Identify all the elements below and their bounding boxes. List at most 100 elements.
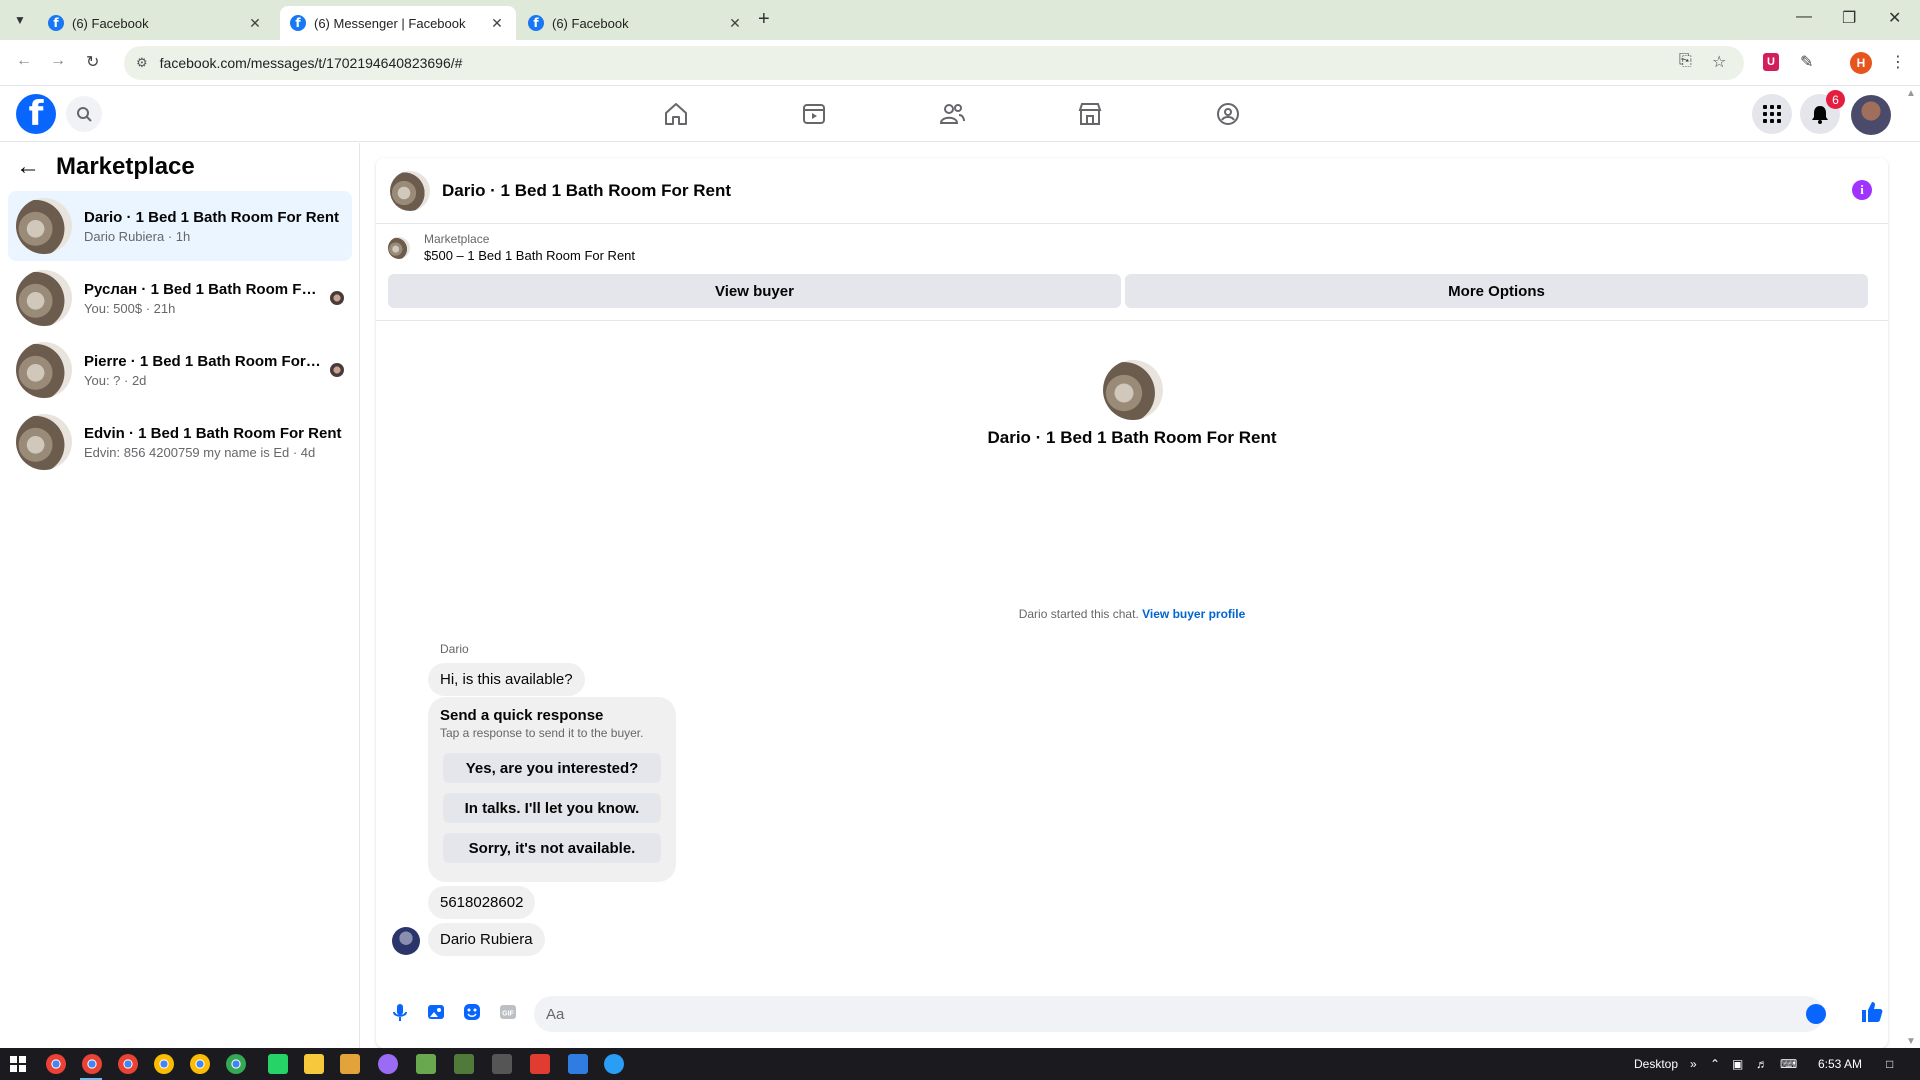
facebook-favicon-icon: f [528, 15, 544, 31]
windows-taskbar: Desktop » ⌃ ▣ ♬ ⌨ 6:53 AM □ [0, 1048, 1920, 1080]
tab-close-icon[interactable]: ✕ [488, 15, 506, 32]
chat-started-text: Dario started this chat. [1018, 607, 1143, 621]
listing-source: Marketplace [424, 232, 490, 246]
close-window-button[interactable]: ✕ [1888, 8, 1901, 28]
sticker-icon[interactable] [462, 1002, 482, 1022]
chrome-taskbar-icon[interactable] [190, 1054, 210, 1074]
site-info-icon[interactable]: ⚙ [136, 55, 148, 71]
friends-icon[interactable] [938, 100, 966, 128]
conversation-intro-avatar [1103, 360, 1163, 420]
gaming-icon[interactable] [1214, 100, 1242, 128]
view-buyer-button[interactable]: View buyer [388, 274, 1121, 308]
conversation-info-icon[interactable]: i [1852, 180, 1872, 200]
app-taskbar-icon[interactable] [454, 1054, 474, 1074]
app-taskbar-icon[interactable] [568, 1054, 588, 1074]
listing-thumbnail [16, 198, 72, 254]
back-icon[interactable]: ← [16, 52, 32, 70]
conversation-item[interactable]: Pierre · 1 Bed 1 Bath Room For R... You:… [8, 335, 352, 405]
more-options-button[interactable]: More Options [1125, 274, 1868, 308]
conversation-item[interactable]: Edvin · 1 Bed 1 Bath Room For Rent Edvin… [8, 407, 352, 477]
account-avatar[interactable] [1851, 95, 1891, 135]
tab-search-button[interactable]: ▼ [8, 8, 32, 32]
gif-icon[interactable]: GIF [498, 1002, 518, 1022]
address-bar[interactable]: ⚙ facebook.com/messages/t/17021946408236… [124, 46, 1744, 80]
chrome-taskbar-icon[interactable] [82, 1054, 102, 1074]
clock-text[interactable]: 6:53 AM [1818, 1057, 1862, 1071]
sender-avatar[interactable] [392, 927, 420, 955]
new-tab-button[interactable]: + [758, 8, 770, 31]
facebook-logo-icon[interactable]: f [16, 94, 56, 134]
message-input[interactable] [534, 996, 1824, 1032]
read-receipt-avatar [330, 363, 344, 377]
tab-title: (6) Facebook [72, 15, 149, 31]
quick-response-button[interactable]: In talks. I'll let you know. [443, 793, 661, 823]
conversation-subtitle: You: ? · 2d [84, 372, 147, 388]
browser-tab-2[interactable]: f (6) Messenger | Facebook ✕ [280, 6, 516, 40]
minimize-button[interactable]: — [1796, 8, 1812, 26]
conversation-item[interactable]: Руслан · 1 Bed 1 Bath Room For ... You: … [8, 263, 352, 333]
browser-tab-bar: ▼ f (6) Facebook ✕ f (6) Messenger | Fac… [0, 0, 1920, 40]
quick-response-button[interactable]: Sorry, it's not available. [443, 833, 661, 863]
desktop-toolbar-label[interactable]: Desktop [1634, 1057, 1678, 1071]
message-composer: GIF [376, 986, 1888, 1036]
reload-icon[interactable]: ↻ [86, 52, 99, 72]
back-arrow-icon[interactable]: ← [16, 153, 40, 181]
page-scroll-up-arrow[interactable]: ▲ [1906, 88, 1916, 99]
quick-response-button[interactable]: Yes, are you interested? [443, 753, 661, 783]
menu-button[interactable] [1752, 94, 1792, 134]
wps-taskbar-icon[interactable] [530, 1054, 550, 1074]
tab-close-icon[interactable]: ✕ [726, 15, 744, 32]
extensions-icon[interactable]: ✎ [1800, 52, 1813, 72]
app-taskbar-icon[interactable] [492, 1054, 512, 1074]
app-taskbar-icon[interactable] [340, 1054, 360, 1074]
tray-chevron-icon[interactable]: ⌃ [1710, 1057, 1720, 1071]
chrome-taskbar-icon[interactable] [154, 1054, 174, 1074]
windows-start-icon[interactable] [10, 1056, 26, 1072]
listing-thumbnail [16, 270, 72, 326]
message-sender-name: Dario [440, 642, 469, 656]
app-taskbar-icon[interactable] [378, 1054, 398, 1074]
conversation-title: Dario · 1 Bed 1 Bath Room For Rent [84, 208, 340, 226]
microphone-icon[interactable] [390, 1002, 410, 1022]
keyboard-icon[interactable]: ⌨ [1780, 1057, 1797, 1071]
conversation-item[interactable]: Dario · 1 Bed 1 Bath Room For Rent Dario… [8, 191, 352, 261]
chat-header-avatar[interactable] [390, 170, 430, 211]
app-taskbar-icon[interactable] [604, 1054, 624, 1074]
photo-icon[interactable] [426, 1002, 446, 1022]
chrome-taskbar-icon[interactable] [118, 1054, 138, 1074]
forward-icon[interactable]: → [50, 52, 66, 70]
page-scroll-down-arrow[interactable]: ▼ [1906, 1036, 1916, 1047]
volume-icon[interactable]: ♬ [1756, 1057, 1768, 1071]
facebook-top-nav: f [0, 86, 1920, 142]
listing-thumbnail [16, 414, 72, 470]
restore-button[interactable]: ❐ [1842, 8, 1856, 28]
whatsapp-taskbar-icon[interactable] [268, 1054, 288, 1074]
svg-text:GIF: GIF [502, 1011, 514, 1018]
video-icon[interactable] [800, 100, 828, 128]
chat-header-title[interactable]: Dario · 1 Bed 1 Bath Room For Rent [442, 181, 731, 201]
marketplace-icon[interactable] [1076, 100, 1104, 128]
chrome-taskbar-icon[interactable] [46, 1054, 66, 1074]
show-more-icon[interactable]: » [1690, 1057, 1697, 1071]
chrome-taskbar-icon[interactable] [226, 1054, 246, 1074]
sidebar-title: Marketplace [56, 153, 195, 180]
home-icon[interactable] [662, 100, 690, 128]
view-buyer-profile-link[interactable]: View buyer profile [1142, 607, 1245, 621]
bookmark-star-icon[interactable]: ☆ [1712, 52, 1726, 72]
file-explorer-taskbar-icon[interactable] [304, 1054, 324, 1074]
browser-menu-icon[interactable]: ⋮ [1890, 52, 1906, 72]
notification-center-icon[interactable]: □ [1886, 1057, 1893, 1071]
emoji-icon[interactable] [1806, 1004, 1826, 1024]
browser-profile-avatar[interactable]: H [1850, 52, 1872, 74]
network-icon[interactable]: ▣ [1732, 1057, 1743, 1071]
install-app-icon[interactable]: ⎘ [1679, 52, 1692, 70]
search-button[interactable] [66, 96, 102, 132]
listing-summary[interactable]: Marketplace $500 – 1 Bed 1 Bath Room For… [388, 232, 635, 263]
thumbs-up-icon[interactable] [1860, 1000, 1884, 1024]
ublock-extension-icon[interactable]: U [1763, 53, 1779, 71]
app-taskbar-icon[interactable] [416, 1054, 436, 1074]
conversation-subtitle: Dario Rubiera · 1h [84, 228, 191, 244]
tab-close-icon[interactable]: ✕ [246, 15, 264, 32]
browser-tab-1[interactable]: f (6) Facebook ✕ [38, 6, 274, 40]
browser-tab-3[interactable]: f (6) Facebook ✕ [518, 6, 754, 40]
